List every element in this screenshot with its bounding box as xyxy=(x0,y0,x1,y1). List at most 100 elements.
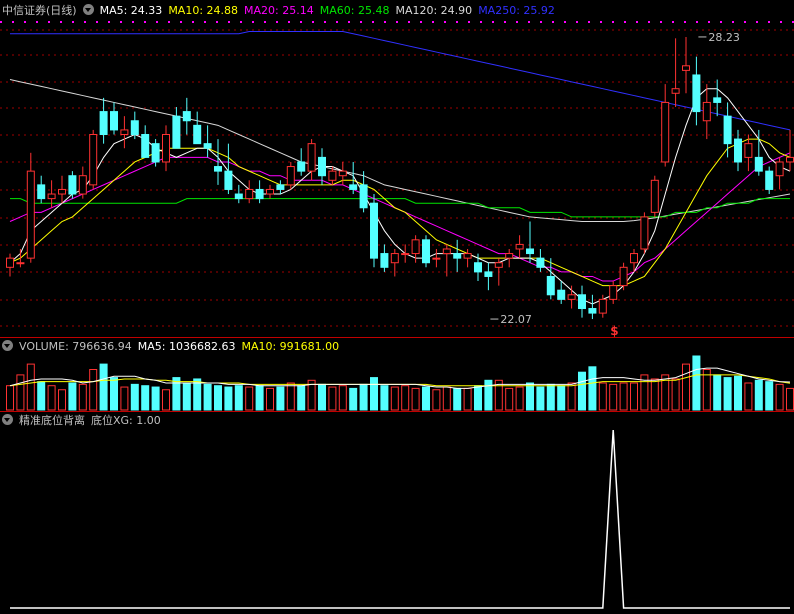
volume-panel-header: VOLUME: 796636.94 MA5: 1036682.63 MA10: 99… xyxy=(2,338,345,356)
legend-ma60: MA60: 25.48 xyxy=(319,4,390,17)
volume-bar xyxy=(286,382,295,411)
dropdown-icon[interactable] xyxy=(2,340,13,351)
volume-bar xyxy=(328,386,337,411)
indicator-panel-header: 精准底位背离 底位XG: 1.00 xyxy=(2,412,167,430)
volume-bar xyxy=(713,374,722,411)
volume-bar xyxy=(78,383,87,411)
candle-down xyxy=(214,166,222,172)
candle-up xyxy=(661,101,670,163)
candle-down xyxy=(370,202,378,259)
volume-bar xyxy=(318,383,326,411)
candle-down xyxy=(484,271,493,277)
candle-up xyxy=(26,170,35,259)
volume-bar xyxy=(598,382,607,411)
indicator-name: 精准底位背离 xyxy=(19,414,85,427)
candle-up xyxy=(47,193,56,200)
indicator-signal-line xyxy=(10,429,790,609)
legend-vol-ma5: MA5: 1036682.63 xyxy=(137,340,236,353)
volume-bar xyxy=(193,378,202,411)
candle-up xyxy=(630,253,638,264)
candle-down xyxy=(713,97,722,103)
volume-bar xyxy=(16,374,25,411)
candle-up xyxy=(286,166,295,186)
volume-bar xyxy=(349,387,358,411)
volume-bar xyxy=(536,386,545,411)
legend-ma10: MA10: 24.88 xyxy=(168,4,239,17)
candle-down xyxy=(182,111,191,122)
volume-bar xyxy=(671,378,680,411)
candle-up xyxy=(78,175,87,195)
volume-bar xyxy=(432,389,441,411)
volume-bar xyxy=(422,386,430,411)
volume-bar xyxy=(557,385,566,411)
ma20-line xyxy=(9,152,791,282)
candle-up xyxy=(619,266,628,287)
volume-bar xyxy=(692,355,701,411)
volume-bar xyxy=(515,386,524,411)
candle-down xyxy=(359,184,368,209)
candle-up xyxy=(515,243,524,250)
legend-ma250: MA250: 25.92 xyxy=(478,4,555,17)
candle-up xyxy=(266,188,274,195)
candle-up xyxy=(390,253,399,264)
signal-mark: $ xyxy=(610,324,618,338)
candle-up xyxy=(609,285,618,300)
candle-up xyxy=(120,129,129,135)
volume-bar xyxy=(754,379,763,411)
candle-down xyxy=(130,120,139,135)
candle-up xyxy=(328,170,337,181)
volume-bar xyxy=(26,363,35,411)
candle-down xyxy=(723,115,732,145)
volume-bar xyxy=(474,385,482,411)
volume-bar xyxy=(390,386,399,411)
candle-down xyxy=(546,275,555,296)
volume-bar xyxy=(47,385,56,411)
volume-bar xyxy=(151,386,160,411)
candle-up xyxy=(432,257,441,260)
volume-bar xyxy=(58,389,66,411)
volume-bar xyxy=(578,371,586,411)
ma10-line xyxy=(9,138,791,287)
candle-down xyxy=(318,156,326,177)
dropdown-icon[interactable] xyxy=(2,414,13,425)
low-price-label: 22.07 xyxy=(500,313,532,326)
candle-up xyxy=(411,239,420,255)
stock-title[interactable]: 中信证券(日线) xyxy=(2,4,77,17)
candle-up xyxy=(598,298,607,314)
candle-down xyxy=(99,111,108,135)
volume-bar xyxy=(567,382,576,411)
volume-bar xyxy=(734,375,742,411)
volume-bar xyxy=(276,386,285,411)
candle-down xyxy=(234,193,243,200)
candle-down xyxy=(172,115,181,149)
chart-canvas: 28.23 22.07 $ xyxy=(0,21,794,609)
volume-bar xyxy=(442,386,451,411)
candle-up xyxy=(401,253,410,256)
candle-up xyxy=(338,170,347,177)
volume-bar xyxy=(702,369,711,411)
volume-bar xyxy=(214,385,222,411)
candle-down xyxy=(349,184,358,190)
indicator-value: 底位XG: 1.00 xyxy=(91,414,161,427)
candle-down xyxy=(276,184,285,190)
legend-ma5: MA5: 24.33 xyxy=(99,4,163,17)
volume-bar xyxy=(546,383,555,411)
candle-down xyxy=(224,170,233,190)
volume-bar xyxy=(6,385,14,411)
volume-bar xyxy=(120,386,129,411)
candle-up xyxy=(505,253,514,259)
volume-bar xyxy=(380,385,389,411)
candle-up xyxy=(442,248,451,255)
candle-up xyxy=(650,179,659,213)
volume-bar xyxy=(110,377,118,411)
volume-bar xyxy=(130,383,139,411)
volume-bar xyxy=(505,387,514,411)
candle-down xyxy=(474,262,482,273)
candle-up xyxy=(744,143,753,158)
candle-up xyxy=(307,143,316,172)
volume-bar xyxy=(484,379,493,411)
price-panel-header: 中信证券(日线) MA5: 24.33 MA10: 24.88 MA20: 25.14… xyxy=(2,2,561,20)
candle-up xyxy=(16,262,25,265)
dropdown-icon[interactable] xyxy=(82,4,94,15)
ma120-line xyxy=(9,79,791,223)
